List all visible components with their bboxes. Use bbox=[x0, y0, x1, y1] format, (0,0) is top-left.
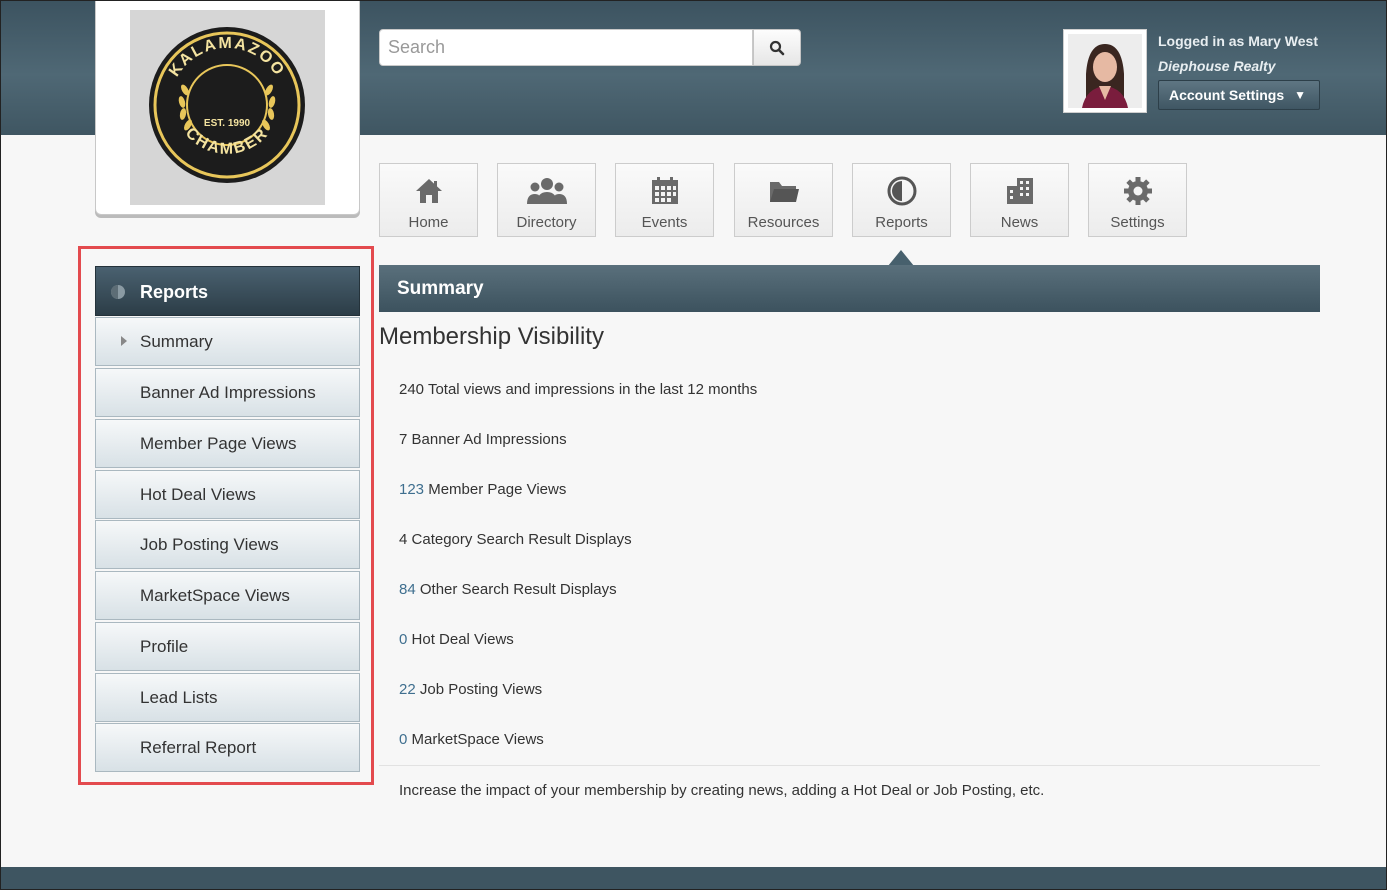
nav-tile-directory[interactable]: Directory bbox=[497, 163, 596, 237]
sidebar-item-summary[interactable]: Summary bbox=[95, 317, 360, 366]
gear-icon bbox=[1123, 177, 1152, 205]
stat-value-link[interactable]: 123 bbox=[399, 481, 424, 498]
sidebar-item-label: Profile bbox=[140, 637, 189, 656]
stat-value-link[interactable]: 0 bbox=[399, 731, 407, 748]
people-icon bbox=[526, 178, 567, 204]
account-settings-label: Account Settings bbox=[1169, 87, 1285, 103]
active-tab-pointer bbox=[888, 250, 914, 266]
nav-label: Reports bbox=[875, 214, 928, 231]
logo-center-text: EST. 1990 bbox=[204, 118, 251, 129]
nav-tile-reports[interactable]: Reports bbox=[852, 163, 951, 237]
content-divider bbox=[379, 765, 1320, 766]
sidebar-item-member-page-views[interactable]: Member Page Views bbox=[95, 419, 360, 468]
user-photo-icon bbox=[1068, 34, 1142, 108]
stat-label: Hot Deal Views bbox=[411, 631, 514, 648]
section-title-bar: Summary bbox=[379, 265, 1320, 312]
folder-icon bbox=[769, 182, 799, 202]
logo-container[interactable]: KALAMAZOO CHAMBER EST. 1990 bbox=[95, 1, 360, 215]
account-settings-button[interactable]: Account Settings ▼ bbox=[1158, 80, 1320, 110]
user-avatar[interactable] bbox=[1063, 29, 1147, 113]
stat-job-posting-views: 22 Job Posting Views bbox=[399, 681, 542, 698]
nav-label: Directory bbox=[516, 214, 577, 231]
sidebar-item-marketspace-views[interactable]: MarketSpace Views bbox=[95, 571, 360, 620]
stat-value: 4 bbox=[399, 531, 408, 548]
stat-banner-ad-impressions: 7 Banner Ad Impressions bbox=[399, 431, 567, 448]
stat-label: Other Search Result Displays bbox=[419, 581, 617, 598]
stat-label: Job Posting Views bbox=[419, 681, 543, 698]
sidebar-item-hot-deal-views[interactable]: Hot Deal Views bbox=[95, 470, 360, 519]
stat-value: 7 bbox=[399, 431, 408, 448]
nav-label: Settings bbox=[1110, 214, 1165, 231]
home-icon bbox=[415, 179, 442, 203]
chamber-logo[interactable]: KALAMAZOO CHAMBER EST. 1990 bbox=[130, 10, 325, 205]
page-title: Membership Visibility bbox=[379, 323, 604, 350]
stat-label: Category Search Result Displays bbox=[411, 531, 632, 548]
sidebar-header-reports[interactable]: Reports bbox=[95, 266, 360, 316]
sidebar-item-label: Summary bbox=[140, 332, 213, 351]
stat-label: Total views and impressions in the last … bbox=[427, 381, 758, 398]
sidebar-item-label: Lead Lists bbox=[140, 688, 218, 707]
stat-value: 240 bbox=[399, 381, 425, 398]
search-input[interactable] bbox=[379, 29, 753, 66]
pie-chart-icon bbox=[111, 285, 125, 299]
stat-hot-deal-views: 0 Hot Deal Views bbox=[399, 631, 514, 648]
search-button[interactable] bbox=[753, 29, 801, 66]
stat-value-link[interactable]: 0 bbox=[399, 631, 407, 648]
stat-member-page-views: 123 Member Page Views bbox=[399, 481, 566, 498]
pie-chart-icon bbox=[887, 176, 916, 206]
building-icon bbox=[1006, 178, 1033, 204]
stat-category-search: 4 Category Search Result Displays bbox=[399, 531, 632, 548]
sidebar-item-label: MarketSpace Views bbox=[140, 586, 290, 605]
footer-bar bbox=[1, 867, 1386, 889]
sidebar-item-label: Job Posting Views bbox=[140, 535, 279, 554]
nav-tile-news[interactable]: News bbox=[970, 163, 1069, 237]
sidebar-item-banner-ad-impressions[interactable]: Banner Ad Impressions bbox=[95, 368, 360, 417]
sidebar-item-referral-report[interactable]: Referral Report bbox=[95, 723, 360, 772]
nav-label: Events bbox=[641, 214, 688, 231]
stat-value-link[interactable]: 84 bbox=[399, 581, 416, 598]
nav-label: News bbox=[1000, 214, 1039, 231]
logged-in-text: Logged in as Mary West bbox=[1158, 33, 1318, 49]
footer-note: Increase the impact of your membership b… bbox=[399, 782, 1045, 799]
nav-label: Resources bbox=[747, 214, 820, 231]
company-name: Diephouse Realty bbox=[1158, 58, 1276, 74]
nav-tile-events[interactable]: Events bbox=[615, 163, 714, 237]
nav-tile-home[interactable]: Home bbox=[379, 163, 478, 237]
chamber-seal-icon: KALAMAZOO CHAMBER EST. 1990 bbox=[149, 27, 305, 183]
stat-label: MarketSpace Views bbox=[411, 731, 544, 748]
sidebar-item-label: Member Page Views bbox=[140, 434, 297, 453]
sidebar-item-label: Referral Report bbox=[140, 738, 257, 757]
nav-tile-settings[interactable]: Settings bbox=[1088, 163, 1187, 237]
nav-label: Home bbox=[408, 214, 449, 231]
sidebar-item-lead-lists[interactable]: Lead Lists bbox=[95, 673, 360, 722]
sidebar-item-profile[interactable]: Profile bbox=[95, 622, 360, 671]
sidebar-item-label: Hot Deal Views bbox=[140, 485, 256, 504]
stat-label: Member Page Views bbox=[428, 481, 567, 498]
caret-down-icon: ▼ bbox=[1294, 88, 1307, 102]
nav-tile-resources[interactable]: Resources bbox=[734, 163, 833, 237]
calendar-icon bbox=[651, 177, 678, 204]
stat-total-views: 240 Total views and impressions in the l… bbox=[399, 381, 757, 398]
stat-value-link[interactable]: 22 bbox=[399, 681, 416, 698]
sidebar-item-label: Banner Ad Impressions bbox=[140, 383, 316, 402]
stat-other-search: 84 Other Search Result Displays bbox=[399, 581, 617, 598]
caret-right-icon bbox=[121, 336, 127, 346]
search-icon bbox=[769, 40, 785, 55]
sidebar-item-job-posting-views[interactable]: Job Posting Views bbox=[95, 520, 360, 569]
sidebar-header-label: Reports bbox=[140, 282, 209, 302]
stat-label: Banner Ad Impressions bbox=[411, 431, 567, 448]
stat-marketspace-views: 0 MarketSpace Views bbox=[399, 731, 544, 748]
